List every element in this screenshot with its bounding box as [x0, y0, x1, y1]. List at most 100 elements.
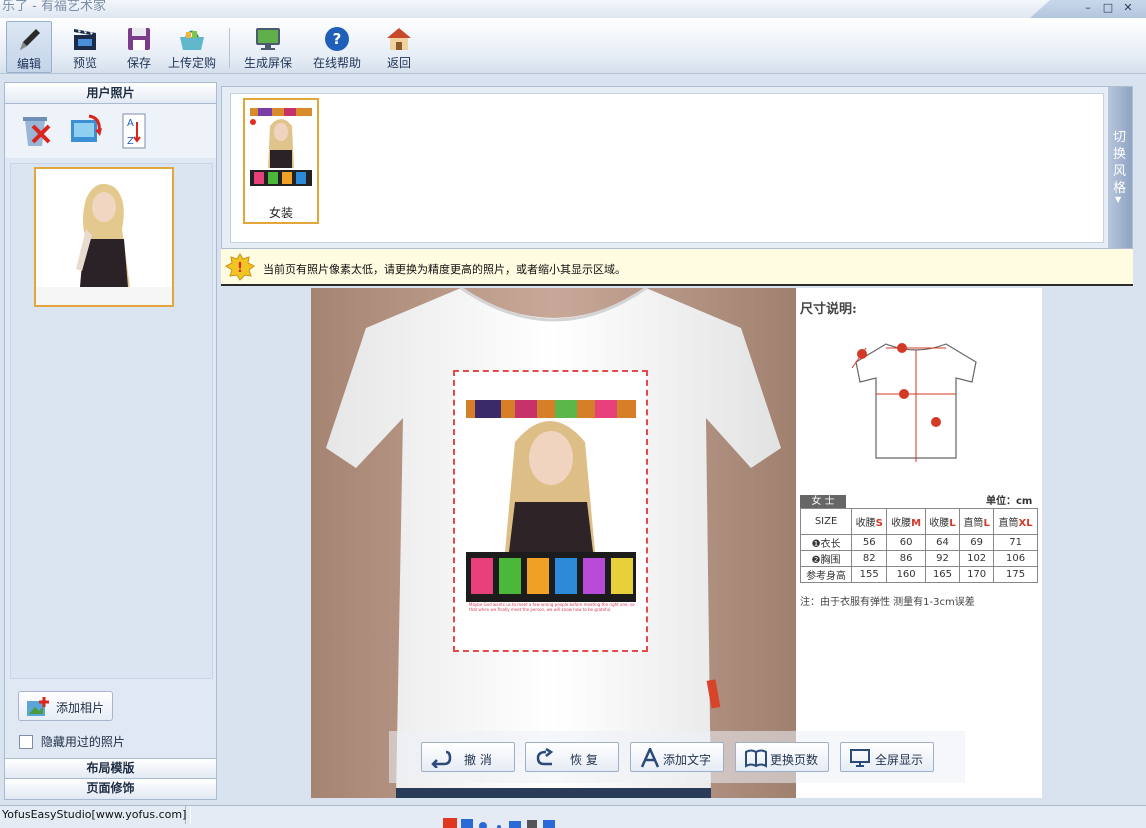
rotate-photo-icon[interactable] — [67, 112, 103, 150]
portrait-photo-image — [36, 169, 172, 305]
size-cell: ❶衣长 — [799, 534, 853, 551]
photo-list[interactable] — [10, 163, 213, 679]
size-col-header: 直筒XL — [993, 508, 1038, 535]
fullscreen-icon — [850, 749, 870, 767]
text-icon — [640, 748, 660, 768]
style-list[interactable]: 女装 — [230, 93, 1104, 243]
minimize-button[interactable]: – — [1080, 2, 1096, 15]
size-letter: XL — [1018, 518, 1033, 529]
size-col-header: 收腰S — [851, 508, 888, 535]
tshirt-mockup: Maybe God wants us to meet a few wrong p… — [311, 288, 796, 798]
svg-text:!: ! — [237, 261, 243, 276]
size-table-header: SIZE 收腰S 收腰M 收腰L 直筒L 直筒XL — [799, 508, 1038, 535]
online-help-label: 在线帮助 — [312, 56, 361, 70]
style-thumbnail-image — [248, 106, 314, 190]
svg-text:A: A — [127, 118, 134, 129]
hide-used-photos[interactable]: 隐藏用过的照片 — [19, 733, 125, 750]
user-photos-panel: 用户照片 AZ 添加相片 隐藏用过的照片 布局模版 页面修饰 — [4, 82, 217, 800]
app-window: 乐了 - 有福艺术家 – □ ✕ 编辑 预览 保存 上传定购 生成屏保 ? 在线… — [0, 0, 1146, 828]
ime-toolbar-icon[interactable] — [443, 818, 559, 828]
size-letter: S — [875, 518, 883, 529]
size-letter: M — [911, 518, 922, 529]
design-canvas: Maybe God wants us to meet a few wrong p… — [221, 288, 1133, 798]
print-area[interactable]: Maybe God wants us to meet a few wrong p… — [453, 370, 648, 652]
help-icon: ? — [325, 27, 349, 51]
undo-button[interactable]: 撤 消 — [421, 742, 515, 772]
warning-message: 当前页有照片像素太低，请更换为精度更高的照片，或者缩小其显示区域。 — [263, 263, 626, 276]
size-cell: 60 — [886, 534, 926, 551]
hide-used-label: 隐藏用过的照片 — [40, 735, 125, 749]
layout-template-tab[interactable]: 布局模版 — [5, 758, 216, 778]
size-cell: 69 — [959, 534, 995, 551]
edit-label: 编辑 — [16, 57, 41, 71]
size-col-header: 直筒L — [959, 508, 995, 535]
sort-az-icon[interactable]: AZ — [117, 112, 153, 150]
book-icon — [745, 749, 767, 768]
size-cell: 56 — [851, 534, 888, 551]
size-cell: ❷胸围 — [799, 550, 853, 567]
chevron-down-icon: ▼ — [1115, 195, 1122, 204]
save-button[interactable]: 保存 — [116, 21, 162, 73]
close-button[interactable]: ✕ — [1120, 2, 1136, 15]
preview-label: 预览 — [72, 56, 97, 70]
screensaver-label: 生成屏保 — [243, 56, 292, 70]
home-icon — [387, 28, 411, 50]
table-row: ❶衣长 56 60 64 69 71 — [799, 534, 1038, 551]
table-row: ❷胸围 82 86 92 102 106 — [799, 550, 1038, 567]
save-label: 保存 — [126, 56, 151, 70]
recycle-delete-icon[interactable] — [17, 112, 53, 150]
switch-style-button[interactable]: 切换风格 ▼ — [1108, 87, 1132, 248]
size-cell: 102 — [959, 550, 995, 567]
fullscreen-button[interactable]: 全屏显示 — [840, 742, 934, 772]
clapper-icon — [74, 29, 96, 50]
page-decoration-tab[interactable]: 页面修饰 — [5, 778, 216, 798]
size-cell: 160 — [886, 566, 926, 583]
change-page-label: 更换页数 — [770, 753, 819, 767]
size-cell: 165 — [924, 566, 961, 583]
style-card-label: 女装 — [268, 206, 293, 220]
switch-style-label: 切换风格 — [1113, 130, 1127, 196]
back-button[interactable]: 返回 — [378, 21, 420, 73]
pencil-icon — [20, 29, 40, 50]
add-photo-button[interactable]: 添加相片 — [18, 691, 113, 721]
maximize-button[interactable]: □ — [1100, 2, 1116, 15]
change-page-button[interactable]: 更换页数 — [735, 742, 829, 772]
table-row: 参考身高 155 160 165 170 175 — [799, 566, 1038, 583]
svg-text:Z: Z — [127, 136, 134, 147]
fullscreen-label: 全屏显示 — [875, 753, 924, 767]
size-chart-heading: 尺寸说明: — [800, 302, 857, 317]
online-help-button[interactable]: ? 在线帮助 — [308, 21, 366, 73]
size-chart-unit: 单位：cm — [986, 496, 1033, 507]
size-col-header: 收腰L — [924, 508, 961, 535]
size-letter: L — [983, 518, 990, 529]
photo-thumbnail[interactable] — [34, 167, 174, 307]
size-cell: 参考身高 — [799, 566, 853, 583]
redo-button[interactable]: 恢 复 — [525, 742, 619, 772]
warning-bar: ! 当前页有照片像素太低，请更换为精度更高的照片，或者缩小其显示区域。 — [221, 249, 1133, 286]
style-card-womens[interactable]: 女装 — [243, 98, 319, 224]
warning-icon: ! — [225, 253, 255, 281]
edit-button[interactable]: 编辑 — [6, 21, 52, 73]
add-text-button[interactable]: 添加文字 — [630, 742, 724, 772]
window-title: 乐了 - 有福艺术家 — [2, 0, 106, 14]
size-cell: 71 — [993, 534, 1038, 551]
add-text-label: 添加文字 — [663, 753, 712, 767]
add-photo-icon — [27, 697, 49, 716]
screensaver-button[interactable]: 生成屏保 — [240, 21, 296, 73]
upload-order-label: 上传定购 — [167, 56, 216, 70]
size-cell: 82 — [851, 550, 888, 567]
status-empty-pane — [190, 806, 1140, 824]
title-bar: 乐了 - 有福艺术家 – □ ✕ — [0, 0, 1146, 18]
photo-tools: AZ — [5, 104, 216, 158]
size-table: SIZE 收腰S 收腰M 收腰L 直筒L 直筒XL ❶衣长 56 60 64 6… — [799, 508, 1038, 583]
preview-button[interactable]: 预览 — [62, 21, 108, 73]
edit-action-bar: 撤 消 恢 复 添加文字 更换页数 全屏显示 — [389, 731, 965, 783]
user-photos-header[interactable]: 用户照片 — [5, 83, 216, 104]
main-toolbar: 编辑 预览 保存 上传定购 生成屏保 ? 在线帮助 返回 — [0, 18, 1146, 74]
size-cell: 64 — [924, 534, 961, 551]
redo-icon — [536, 748, 554, 766]
style-strip: 女装 切换风格 ▼ — [221, 86, 1133, 249]
undo-icon — [431, 750, 452, 768]
hide-used-checkbox[interactable] — [19, 734, 33, 749]
upload-order-button[interactable]: 上传定购 — [164, 21, 220, 73]
